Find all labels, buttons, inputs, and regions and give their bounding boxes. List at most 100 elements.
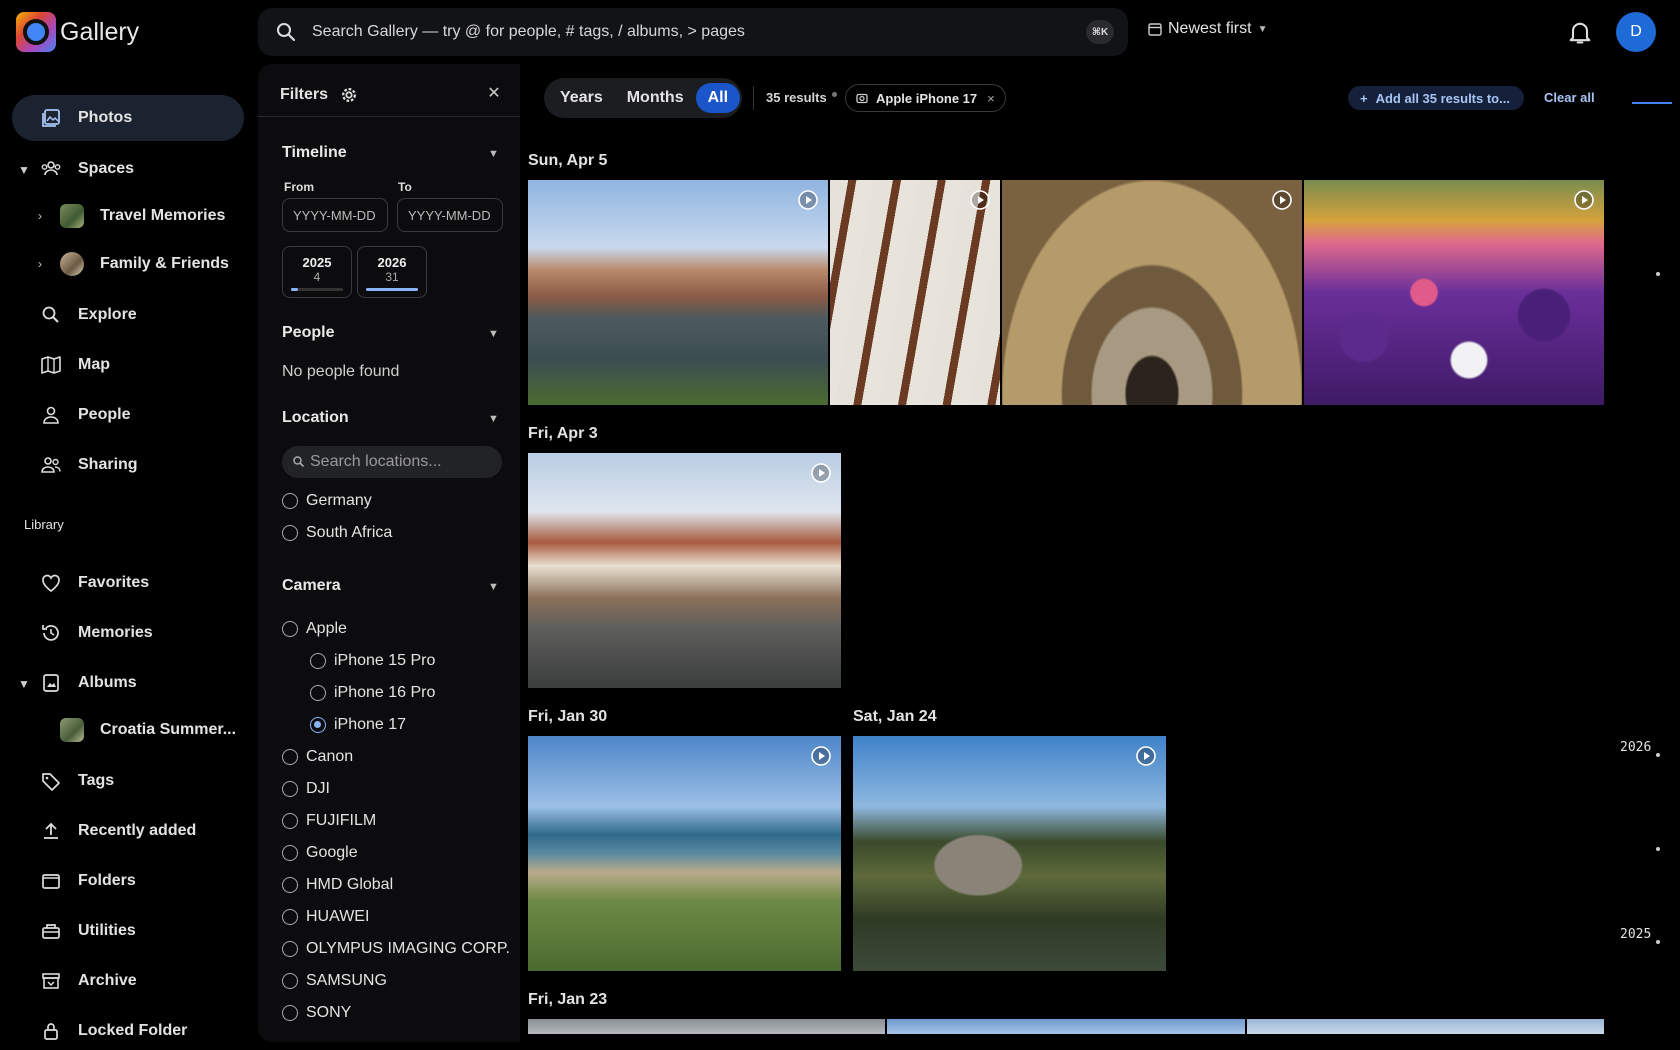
- view-years-button[interactable]: Years: [548, 83, 615, 113]
- photo-thumbnail[interactable]: [1247, 1019, 1604, 1034]
- radio-button[interactable]: [282, 877, 298, 893]
- gear-icon[interactable]: [340, 86, 358, 104]
- scrubber-year-2025[interactable]: 2025: [1620, 927, 1651, 942]
- view-all-button[interactable]: All: [695, 83, 741, 113]
- scrubber-year-2026[interactable]: 2026: [1620, 740, 1651, 755]
- photo-thumbnail[interactable]: [528, 1019, 885, 1034]
- radio-button[interactable]: [282, 909, 298, 925]
- chevron-down-icon[interactable]: ▼: [488, 148, 499, 160]
- chevron-down-icon[interactable]: ▼: [488, 328, 499, 340]
- motion-play-icon[interactable]: [796, 188, 820, 212]
- camera-option[interactable]: iPhone 15 Pro: [310, 649, 435, 673]
- tag-icon: [42, 773, 60, 791]
- camera-option[interactable]: Apple: [282, 617, 347, 641]
- search-icon: [277, 23, 296, 42]
- folder-icon: [42, 874, 60, 889]
- chevron-right-icon[interactable]: ›: [38, 209, 42, 223]
- no-people-note: No people found: [282, 363, 400, 380]
- motion-play-icon[interactable]: [1572, 188, 1596, 212]
- from-date-input[interactable]: [282, 198, 388, 232]
- user-avatar[interactable]: D: [1616, 12, 1656, 52]
- results-count: 35 results: [766, 90, 827, 105]
- radio-button[interactable]: [282, 781, 298, 797]
- location-search-input[interactable]: [310, 446, 496, 478]
- chevron-down-icon[interactable]: ▼: [488, 413, 499, 425]
- photo-thumbnail[interactable]: [853, 736, 1166, 971]
- chevron-right-icon[interactable]: ›: [38, 257, 42, 271]
- scrubber-dot[interactable]: [1656, 753, 1660, 757]
- people-filter-title[interactable]: People: [282, 324, 334, 342]
- sort-dropdown[interactable]: Newest first ▼: [1148, 20, 1267, 38]
- radio-button[interactable]: [282, 525, 298, 541]
- clear-all-button[interactable]: Clear all: [1544, 90, 1595, 105]
- camera-filter-title[interactable]: Camera: [282, 577, 341, 595]
- location-search[interactable]: [282, 446, 502, 478]
- motion-play-icon[interactable]: [809, 461, 833, 485]
- spaces-collapse-icon[interactable]: ▼: [18, 163, 30, 177]
- radio-button[interactable]: [282, 973, 298, 989]
- search-input[interactable]: [312, 8, 1032, 56]
- year-count-bar: [291, 288, 343, 291]
- photo-thumbnail[interactable]: [830, 180, 1000, 405]
- camera-option[interactable]: SONY: [282, 1001, 351, 1025]
- radio-button[interactable]: [282, 941, 298, 957]
- scrubber-dot[interactable]: [1656, 847, 1660, 851]
- location-option-germany[interactable]: Germany: [282, 489, 372, 513]
- camera-option[interactable]: HUAWEI: [282, 905, 369, 929]
- radio-button[interactable]: [282, 1005, 298, 1021]
- radio-button[interactable]: [282, 749, 298, 765]
- photo-thumbnail[interactable]: [1002, 180, 1302, 405]
- heart-icon: [42, 574, 60, 593]
- photo-thumbnail[interactable]: [1304, 180, 1604, 405]
- scrubber-dot[interactable]: [1656, 940, 1660, 944]
- camera-option[interactable]: FUJIFILM: [282, 809, 376, 833]
- year-count-bar: [366, 288, 418, 291]
- motion-play-icon[interactable]: [809, 744, 833, 768]
- radio-button[interactable]: [282, 621, 298, 637]
- radio-button[interactable]: [310, 653, 326, 669]
- chevron-down-icon[interactable]: ▼: [488, 581, 499, 593]
- camera-option[interactable]: OLYMPUS IMAGING CORP.: [282, 937, 510, 961]
- close-filters-icon[interactable]: ✕: [484, 84, 504, 104]
- albums-collapse-icon[interactable]: ▼: [18, 677, 30, 691]
- camera-option[interactable]: Canon: [282, 745, 353, 769]
- location-option-south-africa[interactable]: South Africa: [282, 521, 392, 545]
- radio-button[interactable]: [282, 845, 298, 861]
- motion-play-icon[interactable]: [968, 188, 992, 212]
- radio-button[interactable]: [310, 685, 326, 701]
- motion-play-icon[interactable]: [1270, 188, 1294, 212]
- to-date-input[interactable]: [397, 198, 503, 232]
- timeline-title[interactable]: Timeline: [282, 144, 347, 162]
- photo-thumbnail[interactable]: [528, 180, 828, 405]
- search-bar[interactable]: ⌘K: [258, 8, 1128, 56]
- radio-button[interactable]: [282, 493, 298, 509]
- photo-thumbnail[interactable]: [887, 1019, 1245, 1034]
- photo-thumbnail[interactable]: [528, 453, 841, 688]
- chevron-down-icon: ▼: [1257, 23, 1268, 35]
- app-logo[interactable]: Gallery: [16, 12, 139, 52]
- radio-button[interactable]: [282, 813, 298, 829]
- camera-option[interactable]: SAMSUNG: [282, 969, 387, 993]
- radio-button[interactable]: [310, 717, 326, 733]
- add-all-results-button[interactable]: + Add all 35 results to...: [1348, 86, 1524, 110]
- camera-option[interactable]: HMD Global: [282, 873, 393, 897]
- scrubber-dot[interactable]: [1656, 272, 1660, 276]
- active-filter-chip[interactable]: Apple iPhone 17 ×: [845, 84, 1006, 112]
- camera-option[interactable]: iPhone 17: [310, 713, 406, 737]
- camera-option[interactable]: DJI: [282, 777, 330, 801]
- view-months-button[interactable]: Months: [615, 83, 696, 113]
- search-icon: [293, 456, 305, 468]
- year-filter-2025[interactable]: 2025 4: [282, 246, 352, 298]
- dot-separator: [832, 92, 837, 97]
- motion-play-icon[interactable]: [1134, 744, 1158, 768]
- year-filter-2026[interactable]: 2026 31: [357, 246, 427, 298]
- photo-thumbnail[interactable]: [528, 736, 841, 971]
- location-filter-title[interactable]: Location: [282, 409, 349, 427]
- remove-filter-icon[interactable]: ×: [987, 91, 995, 106]
- notifications-bell-icon[interactable]: [1566, 18, 1594, 46]
- camera-option[interactable]: iPhone 16 Pro: [310, 681, 435, 705]
- camera-option[interactable]: Google: [282, 841, 358, 865]
- nav-photos[interactable]: Photos: [12, 95, 244, 141]
- photos-icon: [42, 109, 60, 127]
- from-label: From: [284, 180, 314, 194]
